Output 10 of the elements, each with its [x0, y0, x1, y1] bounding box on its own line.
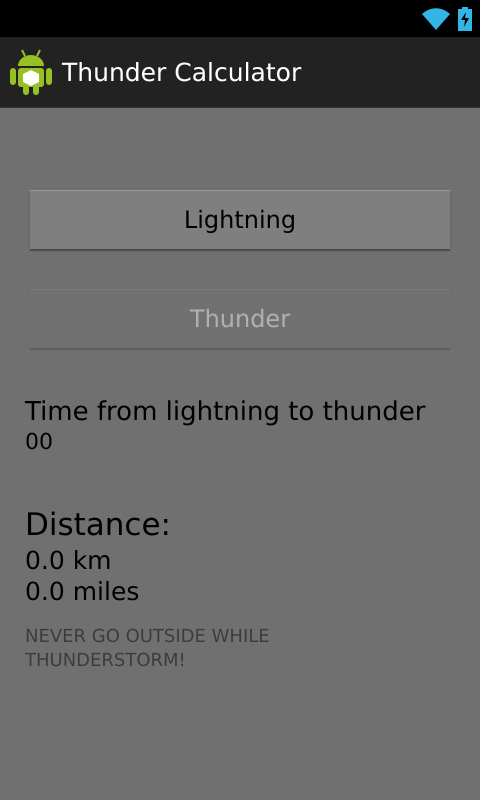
time-value: 00: [25, 428, 54, 456]
distance-km: 0.0 km: [25, 544, 113, 576]
distance-miles: 0.0 miles: [25, 576, 140, 608]
battery-icon: [458, 6, 472, 30]
lightning-button[interactable]: Lightning: [30, 190, 450, 249]
distance-label: Distance:: [25, 506, 172, 545]
wifi-icon: [422, 8, 450, 30]
app-title: Thunder Calculator: [62, 58, 302, 86]
time-label: Time from lightning to thunder: [25, 396, 426, 428]
android-robot-icon: [10, 49, 52, 95]
